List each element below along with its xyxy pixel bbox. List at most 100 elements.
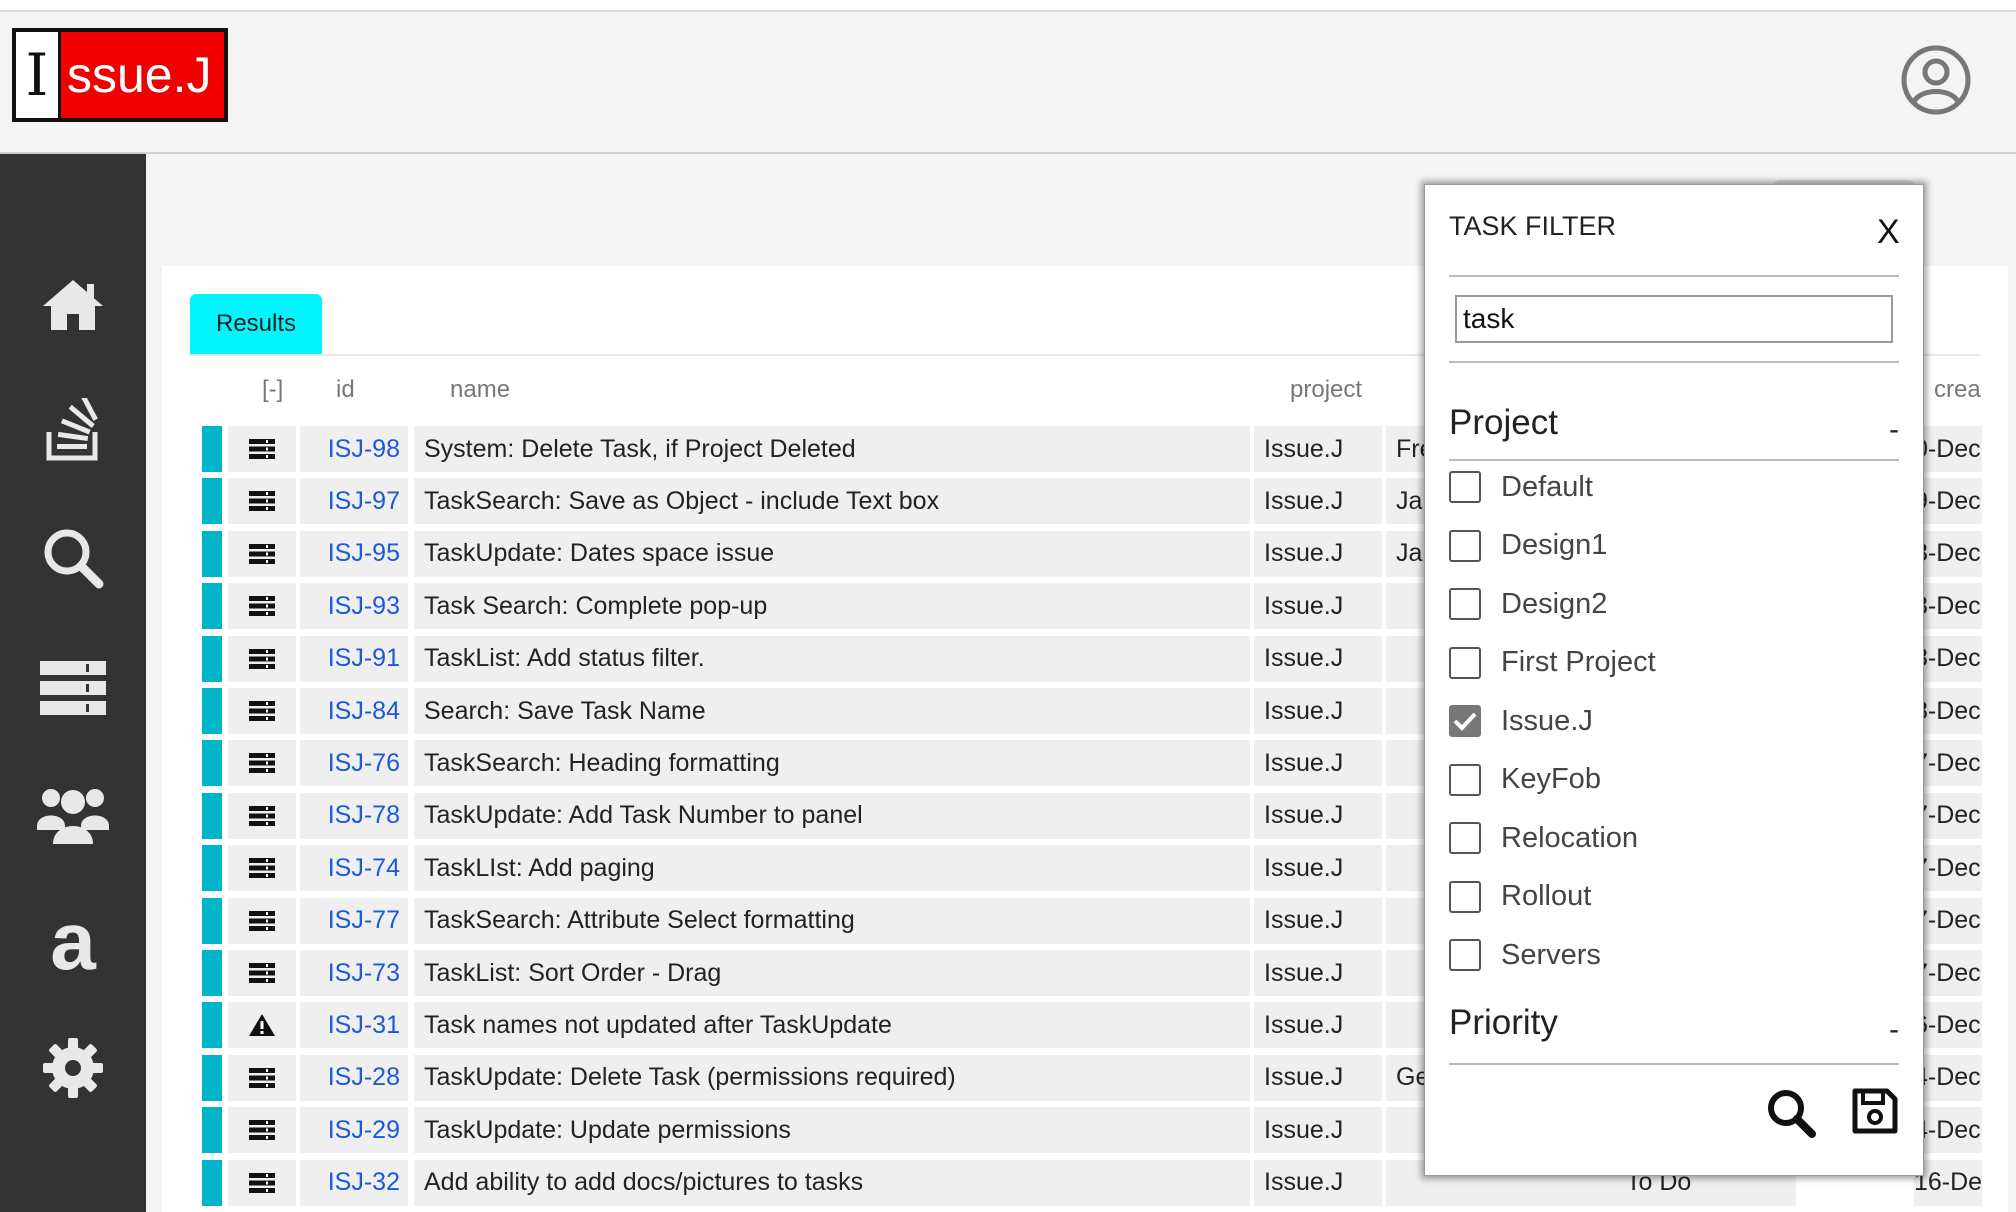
- divider: [1449, 459, 1899, 461]
- row-marker: [202, 1002, 222, 1049]
- project-filter-option[interactable]: Design1: [1449, 524, 1607, 568]
- checkbox[interactable]: [1449, 471, 1481, 503]
- project-section-heading[interactable]: Project: [1449, 403, 1558, 443]
- column-header-id[interactable]: id: [336, 376, 355, 404]
- save-filter-button[interactable]: [1847, 1083, 1903, 1139]
- row-marker: [202, 583, 222, 630]
- project-filter-option[interactable]: Rollout: [1449, 875, 1591, 919]
- task-icon[interactable]: [228, 530, 296, 577]
- project-filter-option[interactable]: KeyFob: [1449, 758, 1601, 802]
- task-id-link[interactable]: ISJ-93: [300, 583, 408, 630]
- checkbox[interactable]: [1449, 705, 1481, 737]
- task-id-link[interactable]: ISJ-73: [300, 950, 408, 996]
- project-filter-option[interactable]: First Project: [1449, 641, 1656, 685]
- task-id-link[interactable]: ISJ-29: [300, 1107, 408, 1154]
- task-id-link[interactable]: ISJ-78: [300, 792, 408, 839]
- task-icon[interactable]: [228, 897, 296, 944]
- app-logo[interactable]: I ssue.J: [12, 28, 228, 122]
- task-icon[interactable]: [228, 792, 296, 839]
- column-header-name[interactable]: name: [450, 376, 510, 404]
- task-project: Issue.J: [1254, 1002, 1382, 1049]
- sidebar-item-home[interactable]: [33, 264, 113, 344]
- project-filter-option[interactable]: Issue.J: [1449, 699, 1593, 743]
- checkbox[interactable]: [1449, 763, 1481, 796]
- sidebar-item-settings[interactable]: [33, 1028, 113, 1108]
- sidebar-item-stack[interactable]: [33, 390, 113, 470]
- task-icon[interactable]: [228, 426, 296, 472]
- priority-section-heading[interactable]: Priority: [1449, 1003, 1558, 1043]
- checkbox[interactable]: [1449, 588, 1481, 620]
- sidebar-item-tasks[interactable]: [33, 648, 113, 728]
- task-id-link[interactable]: ISJ-74: [300, 845, 408, 892]
- task-id-link[interactable]: ISJ-91: [300, 635, 408, 682]
- task-icon[interactable]: [228, 688, 296, 734]
- row-marker: [202, 845, 222, 892]
- warning-icon[interactable]: [228, 1002, 296, 1049]
- task-created: 4-Dec: [1914, 1107, 1982, 1154]
- filter-search-input[interactable]: [1455, 295, 1893, 343]
- divider: [1449, 361, 1899, 363]
- project-option-label: KeyFob: [1501, 763, 1601, 795]
- task-icon[interactable]: [228, 1054, 296, 1101]
- task-id-link[interactable]: ISJ-31: [300, 1002, 408, 1049]
- task-created: 9-Dec: [1914, 478, 1982, 525]
- row-marker: [202, 897, 222, 944]
- filter-title: TASK FILTER: [1449, 211, 1617, 241]
- stack-icon: [46, 398, 98, 461]
- checkbox[interactable]: [1449, 529, 1481, 562]
- task-id-link[interactable]: ISJ-76: [300, 740, 408, 787]
- search-icon: [44, 529, 104, 589]
- checkbox[interactable]: [1449, 646, 1481, 679]
- row-marker: [202, 530, 222, 577]
- task-project: Issue.J: [1254, 792, 1382, 839]
- row-marker: [202, 426, 222, 472]
- task-created: 8-Dec: [1914, 688, 1982, 734]
- project-filter-option[interactable]: Relocation: [1449, 816, 1638, 860]
- column-header-created[interactable]: crea: [1934, 376, 1981, 404]
- filter-search-button[interactable]: [1763, 1085, 1819, 1141]
- column-header-project[interactable]: project: [1290, 376, 1362, 404]
- task-created: 16-Dec: [1914, 1159, 1982, 1206]
- project-filter-option[interactable]: Default: [1449, 465, 1593, 509]
- task-icon[interactable]: [228, 1159, 296, 1206]
- project-filter-option[interactable]: Design2: [1449, 582, 1607, 626]
- project-option-label: Issue.J: [1501, 704, 1593, 737]
- priority-collapse-toggle[interactable]: -: [1889, 1013, 1899, 1047]
- task-icon[interactable]: [228, 740, 296, 787]
- task-id-link[interactable]: ISJ-77: [300, 897, 408, 944]
- sidebar-item-users[interactable]: [33, 774, 113, 854]
- checkbox[interactable]: [1449, 822, 1481, 854]
- task-icon[interactable]: [228, 635, 296, 682]
- sidebar-item-attributes[interactable]: a: [33, 901, 113, 983]
- tab-results[interactable]: Results: [190, 294, 322, 354]
- checkbox[interactable]: [1449, 939, 1481, 971]
- project-option-label: Design2: [1501, 587, 1608, 620]
- task-icon[interactable]: [228, 845, 296, 892]
- project-filter-option[interactable]: Servers: [1449, 933, 1601, 977]
- task-id-link[interactable]: ISJ-32: [300, 1159, 408, 1206]
- toggle-all-header[interactable]: [-]: [262, 376, 283, 404]
- sidebar-item-search[interactable]: [33, 518, 113, 598]
- task-id-link[interactable]: ISJ-84: [300, 688, 408, 734]
- task-created: 7-Dec: [1914, 897, 1982, 944]
- task-id-link[interactable]: ISJ-95: [300, 530, 408, 577]
- task-icon[interactable]: [228, 950, 296, 996]
- task-name: TaskSearch: Heading formatting: [414, 740, 1250, 787]
- user-account-icon[interactable]: [1900, 44, 1972, 116]
- divider: [1449, 1063, 1899, 1065]
- task-id-link[interactable]: ISJ-97: [300, 478, 408, 525]
- task-icon[interactable]: [228, 583, 296, 630]
- row-marker: [202, 635, 222, 682]
- checkbox[interactable]: [1449, 880, 1481, 913]
- project-collapse-toggle[interactable]: -: [1889, 413, 1899, 447]
- task-id-link[interactable]: ISJ-28: [300, 1054, 408, 1101]
- task-id-link[interactable]: ISJ-98: [300, 426, 408, 472]
- filter-options-scroll[interactable]: Project - Default Design1 Design2 First Pro…: [1425, 375, 1923, 1065]
- close-button[interactable]: X: [1877, 213, 1900, 252]
- task-icon[interactable]: [228, 478, 296, 525]
- task-created: 7-Dec: [1914, 792, 1982, 839]
- row-marker: [202, 1107, 222, 1154]
- task-icon[interactable]: [228, 1107, 296, 1154]
- task-project: Issue.J: [1254, 478, 1382, 525]
- divider: [1449, 275, 1899, 277]
